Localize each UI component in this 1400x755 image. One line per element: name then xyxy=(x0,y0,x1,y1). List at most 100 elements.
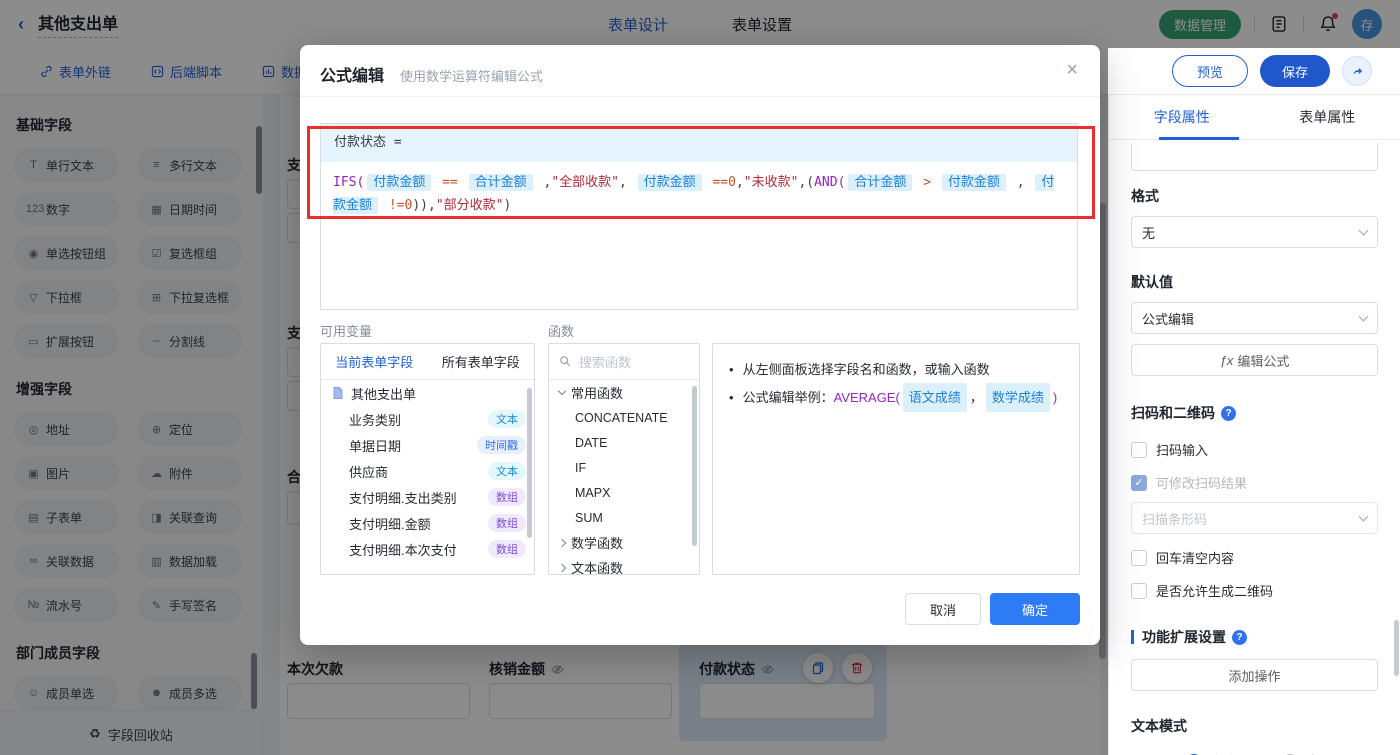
dialog-title: 公式编辑 xyxy=(320,68,385,85)
bullet: • xyxy=(729,390,734,405)
edit-formula-button[interactable]: ƒx 编辑公式 xyxy=(1131,344,1378,376)
variable-item[interactable]: 业务类别 文本 xyxy=(321,406,534,432)
chevron-down-icon xyxy=(557,386,567,396)
functions-label: 函数 xyxy=(548,324,575,339)
variable-item[interactable]: 支付明细.支出类别 数组 xyxy=(321,484,534,510)
section-accent-bar xyxy=(1131,630,1134,644)
variables-label: 可用变量 xyxy=(320,324,373,339)
save-button[interactable]: 保存 xyxy=(1260,55,1330,87)
tab-current-form-fields[interactable]: 当前表单字段 xyxy=(321,344,428,379)
formula-expression[interactable]: IFS(付款金额 == 合计金额 ,"全部收款", 付款金额 ==0,"未收款"… xyxy=(321,162,1077,226)
property-tabs: 字段属性 表单属性 xyxy=(1109,95,1400,140)
formula-token-plain: , xyxy=(618,175,635,190)
share-button[interactable] xyxy=(1342,56,1372,86)
active-tab-underline xyxy=(1159,137,1239,140)
formula-token-num: 0 xyxy=(728,175,736,190)
variable-item[interactable]: 供应商 文本 xyxy=(321,458,534,484)
formula-token-plain: )), xyxy=(412,198,436,213)
scan-section-header: 扫码和二维码 ? xyxy=(1131,403,1378,423)
formula-token-op: == xyxy=(434,175,466,190)
functions-scrollbar[interactable] xyxy=(692,386,697,546)
panel-scrollbar[interactable] xyxy=(1394,620,1399,676)
default-value-select[interactable]: 公式编辑 xyxy=(1131,302,1378,334)
tab-form-properties[interactable]: 表单属性 xyxy=(1255,95,1400,139)
formula-token-field: 合计金额 xyxy=(848,174,913,191)
document-icon xyxy=(333,387,343,399)
fx-icon: ƒx xyxy=(1219,352,1234,368)
cancel-button[interactable]: 取消 xyxy=(905,593,981,625)
checkbox-checked-icon: ✓ xyxy=(1131,474,1147,491)
checkbox-editable-scan-result: ✓ 可修改扫码结果 xyxy=(1131,473,1378,492)
dialog-header: 公式编辑 使用数学运算符编辑公式 xyxy=(320,62,543,86)
variable-name: 供应商 xyxy=(349,464,389,480)
function-group-name: 文本函数 xyxy=(571,561,624,575)
variable-item[interactable]: 单据日期 时间戳 xyxy=(321,432,534,458)
function-item[interactable]: MAPX xyxy=(549,480,699,505)
variables-tabs: 当前表单字段 所有表单字段 xyxy=(321,344,534,380)
formula-token-op: != xyxy=(381,198,405,213)
formula-token-field: 付款金额 xyxy=(941,174,1006,191)
variable-name: 支付明细.金额 xyxy=(349,516,431,532)
property-panel: 字段属性 表单属性 格式 无 默认值 公式编辑 ƒx 编辑公式 扫码和二维码 ? xyxy=(1108,95,1400,755)
formula-token-plain: , xyxy=(535,175,552,190)
checkbox-icon[interactable] xyxy=(1131,549,1147,566)
formula-token-plain: , xyxy=(735,175,744,190)
variable-name: 业务类别 xyxy=(349,412,402,428)
formula-token-op: == xyxy=(704,175,729,190)
help-icon[interactable]: ? xyxy=(1221,405,1236,421)
formula-token-field: 付款金额 xyxy=(637,174,702,191)
extension-section-header: 功能扩展设置 ? xyxy=(1131,627,1378,647)
toolbar-right: 预览 保存 xyxy=(1172,55,1372,87)
checkbox-icon[interactable] xyxy=(1131,441,1147,458)
variables-panel: 当前表单字段 所有表单字段 其他支出单 业务类别 文本 单据日期 时间戳 供应商 文本 支付… xyxy=(320,343,535,575)
type-badge: 数组 xyxy=(488,514,526,532)
formula-token-kw: IFS( xyxy=(333,175,365,190)
formula-token-kw: AND( xyxy=(814,175,846,190)
scan-barcode-select: 扫描条形码 xyxy=(1131,502,1378,534)
checkbox-icon[interactable] xyxy=(1131,582,1147,599)
function-group-collapsed[interactable]: 文本函数 xyxy=(549,555,699,575)
app-root: ‹ 其他支出单 表单设计 表单设置 数据管理 存 表单外链 后端脚本 预览 保存… xyxy=(0,0,1400,755)
add-action-button[interactable]: 添加操作 xyxy=(1131,659,1378,691)
checkbox-scan-input[interactable]: 扫码输入 xyxy=(1131,440,1378,459)
help-icon[interactable]: ? xyxy=(1232,629,1247,645)
formula-token-plain: ) xyxy=(503,198,512,213)
formula-editor[interactable]: 付款状态 = IFS(付款金额 == 合计金额 ,"全部收款", 付款金额 ==… xyxy=(320,123,1078,310)
chevron-down-icon xyxy=(1358,311,1369,321)
type-badge: 文本 xyxy=(488,462,526,480)
tab-all-form-fields[interactable]: 所有表单字段 xyxy=(428,344,535,379)
variable-name: 支付明细.本次支付 xyxy=(349,542,457,558)
function-item[interactable]: IF xyxy=(549,455,699,480)
variables-scrollbar[interactable] xyxy=(527,388,532,538)
chevron-down-icon xyxy=(1358,511,1369,521)
example-field-token: 语文成绩 xyxy=(902,383,967,412)
function-item[interactable]: SUM xyxy=(549,505,699,530)
checkbox-allow-qrcode[interactable]: 是否允许生成二维码 xyxy=(1131,581,1378,600)
confirm-button[interactable]: 确定 xyxy=(990,593,1080,625)
variables-root[interactable]: 其他支出单 xyxy=(321,380,534,406)
function-search[interactable]: 搜索函数 xyxy=(549,344,699,380)
close-icon[interactable]: × xyxy=(1066,59,1078,82)
formula-token-field: 合计金额 xyxy=(468,174,533,191)
tab-field-properties[interactable]: 字段属性 xyxy=(1109,95,1255,139)
function-item[interactable]: CONCATENATE xyxy=(549,405,699,430)
separator: ， xyxy=(969,390,983,405)
function-group-expanded[interactable]: 常用函数 xyxy=(549,380,699,405)
type-badge: 数组 xyxy=(488,540,526,558)
preview-button[interactable]: 预览 xyxy=(1172,55,1248,87)
truncated-input[interactable] xyxy=(1131,143,1378,171)
dialog-subtitle: 使用数学运算符编辑公式 xyxy=(400,69,544,84)
format-select[interactable]: 无 xyxy=(1131,216,1378,248)
functions-panel: 搜索函数 常用函数 CONCATENATE DATE IF MAPX SUM 数学函数文本函… xyxy=(548,343,700,575)
checkbox-enter-clear[interactable]: 回车清空内容 xyxy=(1131,548,1378,567)
variable-item[interactable]: 支付明细.本次支付 数组 xyxy=(321,536,534,562)
variable-name: 单据日期 xyxy=(349,438,402,454)
share-arrow-icon xyxy=(1353,67,1363,75)
function-group-collapsed[interactable]: 数学函数 xyxy=(549,530,699,555)
function-item[interactable]: DATE xyxy=(549,430,699,455)
variable-item[interactable]: 支付明细.金额 数组 xyxy=(321,510,534,536)
formula-token-field: 付款金额 xyxy=(367,174,432,191)
formula-token-plain: , xyxy=(1008,175,1033,190)
chevron-down-icon xyxy=(1358,225,1369,235)
bullet: • xyxy=(729,362,734,377)
